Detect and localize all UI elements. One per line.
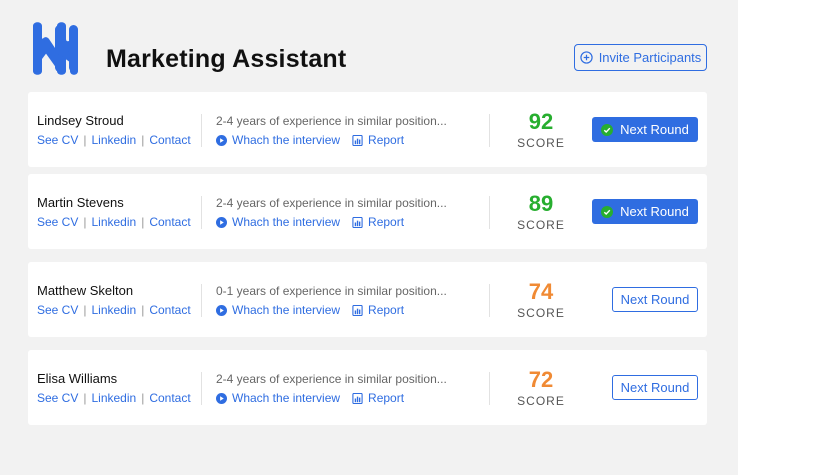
candidate-links: See CV | Linkedin | Contact: [37, 215, 191, 229]
next-round-button[interactable]: Next Round: [592, 117, 698, 142]
divider: [489, 196, 490, 229]
watch-interview-label: Whach the interview: [232, 133, 341, 147]
logo-icon: [33, 22, 78, 75]
watch-interview-link[interactable]: Whach the interview: [216, 133, 340, 147]
report-link[interactable]: Report: [352, 133, 404, 147]
divider: [489, 114, 490, 147]
link-separator: |: [83, 303, 87, 317]
link-separator: |: [83, 391, 87, 405]
report-label: Report: [368, 303, 405, 317]
score-label: SCORE: [517, 306, 565, 320]
main-panel: Marketing Assistant Invite Participants …: [0, 0, 738, 475]
link-separator: |: [141, 391, 145, 405]
divider: [489, 372, 490, 405]
score-value: 92: [528, 109, 554, 134]
report-label: Report: [368, 215, 405, 229]
score-value: 89: [528, 191, 554, 216]
candidate-name: Matthew Skelton: [37, 283, 134, 298]
report-link[interactable]: Report: [352, 303, 404, 317]
candidate-actions: Whach the interview Report: [216, 303, 404, 317]
candidate-links: See CV | Linkedin | Contact: [37, 303, 191, 317]
see-cv-link[interactable]: See CV: [37, 303, 78, 317]
candidate-links: See CV | Linkedin | Contact: [37, 391, 191, 405]
see-cv-link[interactable]: See CV: [37, 215, 78, 229]
report-link[interactable]: Report: [352, 391, 404, 405]
experience-text: 2-4 years of experience in similar posit…: [216, 196, 447, 210]
divider: [201, 372, 202, 405]
next-round-label: Next Round: [620, 380, 690, 395]
experience-text: 2-4 years of experience in similar posit…: [216, 372, 447, 386]
candidate-name: Lindsey Stroud: [37, 113, 124, 128]
contact-link[interactable]: Contact: [149, 215, 190, 229]
linkedin-link[interactable]: Linkedin: [91, 391, 136, 405]
divider: [201, 196, 202, 229]
see-cv-link[interactable]: See CV: [37, 391, 78, 405]
watch-interview-link[interactable]: Whach the interview: [216, 303, 340, 317]
report-label: Report: [368, 133, 405, 147]
link-separator: |: [83, 215, 87, 229]
score-label: SCORE: [517, 218, 565, 232]
score-value: 72: [528, 367, 554, 392]
plus-circle-icon: [580, 51, 593, 64]
next-round-button[interactable]: Next Round: [592, 199, 698, 224]
candidate-actions: Whach the interview Report: [216, 133, 404, 147]
candidate-card: Martin Stevens See CV | Linkedin | Conta…: [28, 174, 707, 249]
candidate-name: Elisa Williams: [37, 371, 118, 386]
divider: [201, 114, 202, 147]
report-chart-icon: [352, 392, 363, 404]
divider: [201, 284, 202, 317]
experience-text: 2-4 years of experience in similar posit…: [216, 114, 447, 128]
report-label: Report: [368, 391, 405, 405]
report-chart-icon: [352, 134, 363, 146]
linkedin-link[interactable]: Linkedin: [91, 215, 136, 229]
score-value: 74: [528, 279, 554, 304]
play-circle-icon: [216, 304, 227, 316]
divider: [489, 284, 490, 317]
watch-interview-label: Whach the interview: [232, 391, 341, 405]
candidate-card: Elisa Williams See CV | Linkedin | Conta…: [28, 350, 707, 425]
next-round-label: Next Round: [620, 122, 689, 137]
experience-text: 0-1 years of experience in similar posit…: [216, 284, 447, 298]
check-circle-icon: [601, 205, 614, 218]
page-title: Marketing Assistant: [106, 45, 347, 73]
candidate-actions: Whach the interview Report: [216, 215, 404, 229]
next-round-button[interactable]: Next Round: [612, 287, 698, 312]
candidate-card: Matthew Skelton See CV | Linkedin | Cont…: [28, 262, 707, 337]
invite-participants-button[interactable]: Invite Participants: [574, 44, 707, 71]
linkedin-link[interactable]: Linkedin: [91, 303, 136, 317]
watch-interview-label: Whach the interview: [232, 303, 341, 317]
watch-interview-link[interactable]: Whach the interview: [216, 215, 340, 229]
report-chart-icon: [352, 216, 363, 228]
report-link[interactable]: Report: [352, 215, 404, 229]
watch-interview-label: Whach the interview: [232, 215, 341, 229]
link-separator: |: [141, 133, 145, 147]
link-separator: |: [141, 303, 145, 317]
next-round-label: Next Round: [620, 204, 689, 219]
invite-participants-label: Invite Participants: [598, 50, 702, 65]
next-round-button[interactable]: Next Round: [612, 375, 698, 400]
link-separator: |: [141, 215, 145, 229]
candidate-actions: Whach the interview Report: [216, 391, 404, 405]
score-label: SCORE: [517, 136, 565, 150]
contact-link[interactable]: Contact: [149, 133, 190, 147]
report-chart-icon: [352, 304, 363, 316]
link-separator: |: [83, 133, 87, 147]
candidate-card: Lindsey Stroud See CV | Linkedin | Conta…: [28, 92, 707, 167]
check-circle-icon: [601, 123, 614, 136]
next-round-label: Next Round: [620, 292, 690, 307]
play-circle-icon: [216, 134, 227, 146]
play-circle-icon: [216, 216, 227, 228]
candidate-links: See CV | Linkedin | Contact: [37, 133, 191, 147]
play-circle-icon: [216, 392, 227, 404]
score-label: SCORE: [517, 394, 565, 408]
contact-link[interactable]: Contact: [149, 303, 190, 317]
contact-link[interactable]: Contact: [149, 391, 190, 405]
candidate-name: Martin Stevens: [37, 195, 124, 210]
see-cv-link[interactable]: See CV: [37, 133, 78, 147]
watch-interview-link[interactable]: Whach the interview: [216, 391, 340, 405]
linkedin-link[interactable]: Linkedin: [91, 133, 136, 147]
